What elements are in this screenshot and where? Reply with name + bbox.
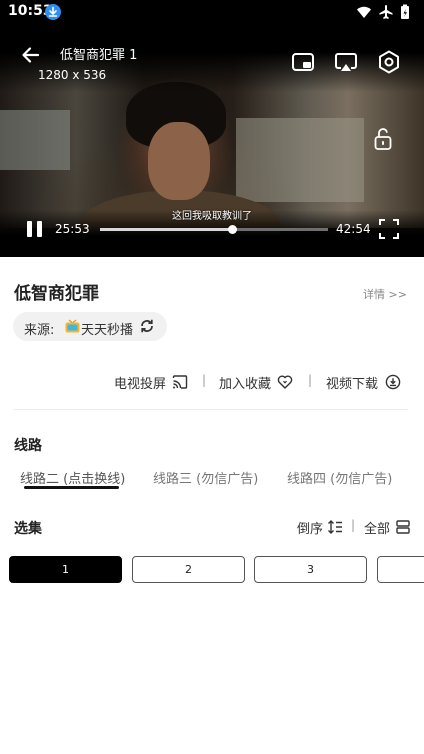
add-favorite-button[interactable]: 加入收藏 [219, 373, 295, 392]
action-separator: | [202, 373, 207, 387]
grid-list-icon [396, 520, 410, 534]
lock-button[interactable] [369, 125, 397, 153]
episode-button[interactable]: 3 [254, 556, 367, 583]
back-button[interactable] [18, 42, 44, 68]
all-episodes-button[interactable]: 全部 [364, 518, 410, 537]
settings-icon [379, 50, 399, 74]
fullscreen-button[interactable] [377, 217, 401, 241]
system-icons [356, 4, 410, 20]
tv-icon [65, 319, 80, 333]
settings-button[interactable] [375, 48, 403, 76]
route-tab[interactable]: 线路二 (点击换线) [20, 468, 125, 487]
add-favorite-label: 加入收藏 [219, 377, 272, 392]
section-divider [14, 409, 408, 410]
tool-separator: | [351, 518, 356, 532]
sort-order-label: 倒序 [297, 522, 324, 537]
pause-button[interactable] [24, 218, 46, 240]
episode-button[interactable]: 2 [132, 556, 245, 583]
video-player[interactable]: 低智商犯罪 1 1280 x 536 这回我吸取教训了 25:53 42:54 [0, 26, 424, 257]
route-tab[interactable]: 线路三 (勿信广告) [153, 468, 258, 487]
video-title: 低智商犯罪 1 [60, 48, 138, 63]
episode-list: 1 2 3 [0, 556, 424, 584]
total-time: 42:54 [336, 222, 371, 236]
video-download-label: 视频下载 [326, 377, 379, 392]
source-label: 来源: [24, 323, 55, 338]
sort-icon [328, 520, 342, 534]
status-bar: 10:53 [0, 0, 424, 26]
download-badge-icon [45, 4, 61, 20]
fullscreen-icon [379, 219, 399, 239]
episode-button[interactable]: 1 [9, 556, 122, 583]
episode-button[interactable] [377, 556, 424, 583]
cast-icon [335, 53, 357, 71]
back-arrow-icon [22, 47, 40, 63]
battery-icon [401, 4, 409, 19]
refresh-icon [141, 319, 153, 333]
download-icon [385, 374, 401, 390]
tv-cast-label: 电视投屏 [114, 377, 167, 392]
pause-icon [27, 221, 42, 237]
action-separator: | [308, 373, 313, 387]
heart-icon [277, 375, 293, 389]
route-tab[interactable]: 线路四 (勿信广告) [287, 468, 392, 487]
route-heading: 线路 [14, 438, 42, 454]
wifi-icon [357, 6, 371, 18]
source-selector[interactable]: 来源: 天天秒播 [13, 312, 167, 341]
video-download-button[interactable]: 视频下载 [326, 373, 402, 392]
source-name: 天天秒播 [81, 323, 134, 338]
current-time: 25:53 [55, 222, 90, 236]
lock-icon [374, 128, 392, 150]
all-episodes-label: 全部 [364, 522, 391, 537]
episode-heading: 选集 [14, 521, 42, 537]
details-link[interactable]: 详情 >> [363, 286, 407, 302]
airplay-button[interactable] [332, 48, 360, 76]
pip-button[interactable] [289, 48, 317, 76]
show-title: 低智商犯罪 [14, 284, 99, 304]
tv-cast-button[interactable]: 电视投屏 [114, 373, 190, 392]
video-resolution: 1280 x 536 [38, 68, 107, 82]
selected-route-indicator [24, 486, 119, 489]
seek-progress [100, 228, 233, 231]
pip-icon [292, 53, 314, 71]
video-subtitle: 这回我吸取教训了 [172, 211, 252, 222]
airplane-icon [379, 5, 393, 19]
seek-bar[interactable] [100, 225, 328, 234]
sort-order-button[interactable]: 倒序 [297, 518, 345, 537]
screencast-icon [172, 375, 188, 389]
